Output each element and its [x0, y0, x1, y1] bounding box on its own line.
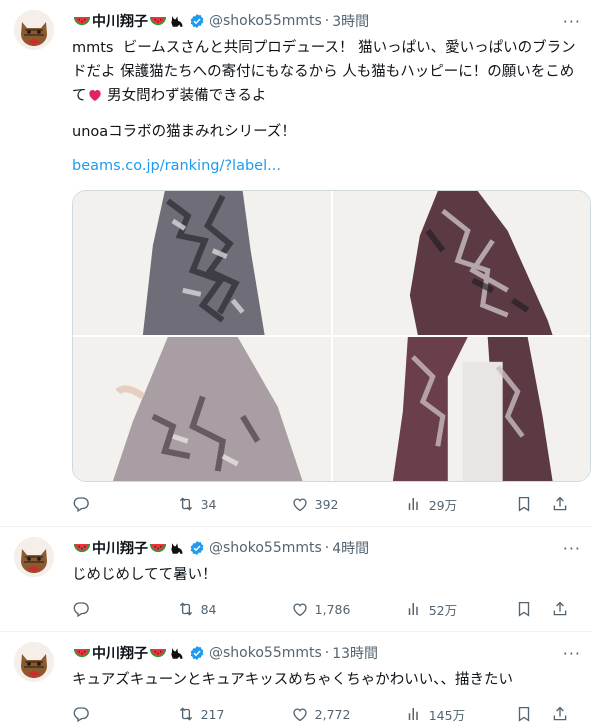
reply-icon — [72, 495, 90, 513]
tweet-actions: 217 2,772 145万 — [72, 692, 569, 723]
like-button[interactable]: 2,772 — [291, 705, 405, 723]
user-handle[interactable]: @shoko55mmts — [209, 13, 322, 29]
black-cat-icon — [169, 541, 184, 556]
separator-dot: · — [324, 13, 330, 29]
reply-button[interactable] — [72, 705, 177, 723]
watermelon-icon — [73, 542, 91, 555]
photo[interactable] — [73, 191, 331, 335]
cat-avatar-icon — [14, 642, 54, 682]
like-count: 1,786 — [314, 601, 351, 617]
reply-icon — [72, 705, 90, 723]
bookmark-button[interactable] — [515, 705, 533, 723]
avatar[interactable] — [14, 537, 54, 577]
more-options-icon[interactable]: ··· — [563, 644, 581, 663]
retweet-icon — [177, 600, 195, 618]
avatar[interactable] — [14, 642, 54, 682]
views-button[interactable]: 52万 — [405, 600, 515, 619]
user-handle[interactable]: @shoko55mmts — [209, 540, 322, 556]
user-handle[interactable]: @shoko55mmts — [209, 645, 322, 661]
display-name[interactable]: 中川翔子 — [92, 11, 148, 31]
black-cat-icon — [169, 14, 184, 29]
view-count: 145万 — [428, 707, 466, 723]
views-button[interactable]: 145万 — [405, 705, 515, 723]
share-button[interactable] — [551, 600, 569, 618]
verified-badge-icon — [189, 540, 205, 556]
watermelon-icon — [73, 15, 91, 28]
watermelon-icon — [73, 647, 91, 660]
display-name[interactable]: 中川翔子 — [92, 643, 148, 663]
retweet-button[interactable]: 34 — [177, 495, 291, 513]
tweet-text: キュアズキューンとキュアキッスめちゃくちゃかわいい、、描きたい — [72, 672, 513, 688]
tweet[interactable]: 中川翔子 @shoko55mmts · 13時間 ··· キュアズキューンとキュ… — [0, 632, 593, 723]
verified-badge-icon — [189, 13, 205, 29]
avatar[interactable] — [14, 10, 54, 50]
like-count: 392 — [314, 496, 339, 512]
media-grid[interactable] — [72, 190, 591, 482]
bookmark-icon — [515, 495, 533, 513]
bookmark-button[interactable] — [515, 495, 533, 513]
watermelon-icon — [149, 647, 167, 660]
retweet-count: 84 — [200, 601, 217, 617]
like-button[interactable]: 392 — [291, 495, 405, 513]
watermelon-icon — [149, 15, 167, 28]
more-options-icon[interactable]: ··· — [563, 539, 581, 558]
red-heart-icon — [87, 87, 103, 103]
share-icon — [551, 600, 569, 618]
tweet[interactable]: 中川翔子 @shoko55mmts · 4時間 ··· じめじめしてて暑い！ 8… — [0, 527, 593, 632]
reply-button[interactable] — [72, 600, 177, 618]
retweet-icon — [177, 495, 195, 513]
tweet-actions: 34 392 29万 — [72, 482, 569, 526]
verified-badge-icon — [189, 645, 205, 661]
separator-dot: · — [324, 645, 330, 661]
views-icon — [405, 705, 423, 723]
views-icon — [405, 495, 423, 513]
black-cat-icon — [169, 646, 184, 661]
watermelon-icon — [149, 542, 167, 555]
timestamp[interactable]: 3時間 — [332, 11, 369, 31]
share-icon — [551, 705, 569, 723]
reply-button[interactable] — [72, 495, 177, 513]
share-button[interactable] — [551, 705, 569, 723]
separator-dot: · — [324, 540, 330, 556]
more-options-icon[interactable]: ··· — [563, 12, 581, 31]
like-icon — [291, 495, 309, 513]
views-icon — [405, 600, 423, 618]
tweet-text: mmts ビームスさんと共同プロデュース！ 猫いっぱい、愛いっぱいのブランドだよ… — [72, 36, 579, 108]
like-icon — [291, 600, 309, 618]
tweet-link[interactable]: beams.co.jp/ranking/?label... — [72, 154, 579, 178]
view-count: 52万 — [428, 602, 458, 618]
view-count: 29万 — [428, 497, 458, 513]
retweet-count: 34 — [200, 496, 217, 512]
retweet-icon — [177, 705, 195, 723]
share-button[interactable] — [551, 495, 569, 513]
tweet[interactable]: 中川翔子 @shoko55mmts · 3時間 ··· mmts ビームスさんと… — [0, 0, 593, 527]
timestamp[interactable]: 13時間 — [332, 643, 378, 663]
photo[interactable] — [73, 337, 331, 481]
cat-avatar-icon — [14, 537, 54, 577]
cat-avatar-icon — [14, 10, 54, 50]
reply-icon — [72, 600, 90, 618]
tweet-text-2: unoaコラボの猫まみれシリーズ！ — [72, 124, 296, 140]
share-icon — [551, 495, 569, 513]
like-icon — [291, 705, 309, 723]
like-count: 2,772 — [314, 706, 351, 722]
photo[interactable] — [332, 337, 590, 481]
photo[interactable] — [332, 191, 590, 335]
like-button[interactable]: 1,786 — [291, 600, 405, 618]
display-name[interactable]: 中川翔子 — [92, 538, 148, 558]
retweet-button[interactable]: 84 — [177, 600, 291, 618]
bookmark-button[interactable] — [515, 600, 533, 618]
timestamp[interactable]: 4時間 — [332, 538, 369, 558]
retweet-button[interactable]: 217 — [177, 705, 291, 723]
tweet-text-part: 男女問わず装備できるよ — [102, 88, 267, 104]
views-button[interactable]: 29万 — [405, 495, 515, 514]
tweet-actions: 84 1,786 52万 — [72, 587, 569, 631]
bookmark-icon — [515, 600, 533, 618]
tweet-text: じめじめしてて暑い！ — [72, 567, 217, 583]
retweet-count: 217 — [200, 706, 225, 722]
bookmark-icon — [515, 705, 533, 723]
